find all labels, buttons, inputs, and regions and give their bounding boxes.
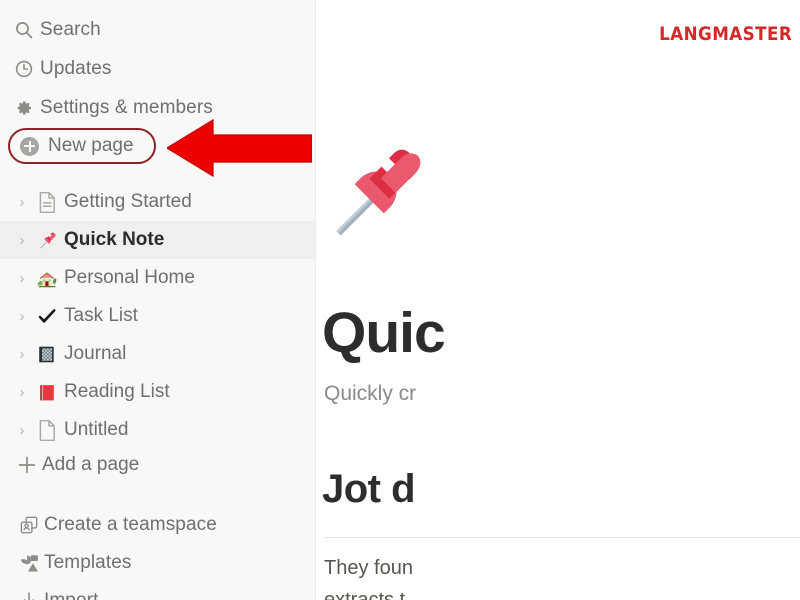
new-page-label: New page — [48, 135, 134, 156]
plus-icon — [12, 454, 42, 476]
document-icon — [32, 191, 62, 214]
body-paragraph-line-2[interactable]: extracts t — [324, 589, 405, 600]
notebook-emoji — [32, 344, 62, 365]
sidebar-bottom-group: Create a teamspace Templates — [0, 506, 315, 600]
check-mark-emoji — [32, 305, 62, 327]
sidebar-item-label: Reading List — [64, 381, 170, 402]
chevron-right-icon[interactable]: › — [12, 270, 32, 287]
import-icon — [14, 590, 44, 600]
sidebar-item-label: Task List — [64, 305, 138, 326]
chevron-right-icon[interactable]: › — [12, 384, 32, 401]
page-pushpin-emoji[interactable] — [324, 140, 428, 244]
chevron-right-icon[interactable]: › — [12, 346, 32, 363]
sidebar-item-label: Updates — [40, 58, 112, 79]
add-a-page-button[interactable]: Add a page — [0, 447, 139, 483]
gear-icon — [14, 98, 40, 118]
chevron-right-icon[interactable]: › — [12, 194, 32, 211]
sidebar-item-settings-members[interactable]: Settings & members — [0, 89, 315, 127]
app-root: Search Updates Settings & members New pa… — [0, 0, 800, 600]
sidebar-item-label: Search — [40, 19, 101, 40]
add-a-page-label: Add a page — [42, 454, 140, 475]
sidebar-item-label: Getting Started — [64, 191, 192, 212]
sidebar-item-personal-home[interactable]: › Personal Home — [0, 259, 315, 297]
page-subtitle[interactable]: Quickly cr — [324, 382, 416, 406]
sidebar-item-updates[interactable]: Updates — [0, 50, 315, 88]
sidebar-item-templates[interactable]: Templates — [0, 544, 315, 582]
sidebar-item-task-list[interactable]: › Task List — [0, 297, 315, 335]
section-heading[interactable]: Jot d — [322, 467, 416, 512]
sidebar-item-label: Templates — [44, 552, 132, 573]
chevron-right-icon[interactable]: › — [12, 232, 32, 249]
chevron-right-icon[interactable]: › — [12, 422, 32, 439]
sidebar-item-journal[interactable]: › Journal — [0, 335, 315, 373]
sidebar-item-label: Personal Home — [64, 267, 195, 288]
langmaster-watermark: LANGMASTER — [658, 23, 792, 45]
page-title[interactable]: Quic — [322, 300, 446, 366]
page-icon — [32, 419, 62, 442]
sidebar-item-quick-note[interactable]: › Quick Note — [0, 221, 315, 259]
templates-icon — [14, 552, 44, 575]
sidebar-item-search[interactable]: Search — [0, 11, 315, 49]
section-divider — [324, 537, 800, 538]
sidebar-item-label: Untitled — [64, 419, 129, 440]
sidebar: Search Updates Settings & members New pa… — [0, 0, 316, 600]
sidebar-item-label: Journal — [64, 343, 127, 364]
sidebar-item-label: Settings & members — [40, 97, 213, 118]
sidebar-item-import[interactable]: Import — [0, 582, 315, 600]
sidebar-item-create-teamspace[interactable]: Create a teamspace — [0, 506, 315, 544]
chevron-right-icon[interactable]: › — [12, 308, 32, 325]
body-paragraph-line-1[interactable]: They foun — [324, 557, 413, 580]
new-page-inner: New page — [10, 130, 154, 162]
house-with-garden-emoji — [32, 268, 62, 289]
search-icon — [14, 20, 40, 40]
pushpin-emoji — [32, 230, 62, 251]
sidebar-item-label: Quick Note — [64, 229, 165, 250]
teamspace-icon — [14, 514, 44, 537]
plus-circle-icon — [20, 136, 39, 156]
sidebar-item-reading-list[interactable]: › Reading List — [0, 373, 315, 411]
sidebar-item-untitled[interactable]: › Untitled — [0, 411, 315, 449]
page-tree: › Getting Started › Quick Note › Persona… — [0, 183, 315, 449]
closed-book-emoji — [32, 382, 62, 403]
sidebar-item-getting-started[interactable]: › Getting Started — [0, 183, 315, 221]
new-page-button[interactable]: New page — [8, 128, 156, 164]
sidebar-item-label: Import — [44, 590, 98, 600]
clock-icon — [14, 59, 40, 79]
content-area: LANGMASTER Quic Quickly cr Jot d They fo… — [316, 0, 800, 600]
sidebar-item-label: Create a teamspace — [44, 514, 217, 535]
